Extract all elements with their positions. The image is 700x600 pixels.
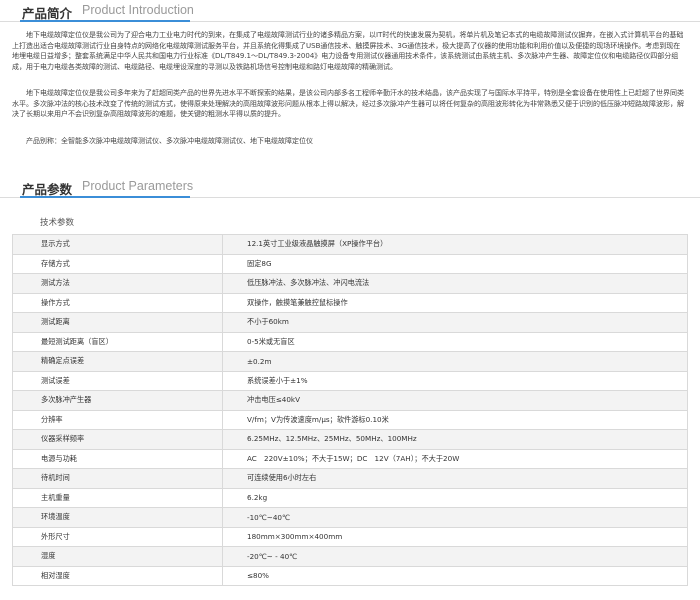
param-value: 可连续使用6小时左右 <box>222 468 688 489</box>
param-value: 6.2kg <box>222 487 688 508</box>
param-key: 多次脉冲产生器 <box>12 390 223 411</box>
param-value: 12.1英寸工业级液晶触摸屏（XP操作平台） <box>222 234 688 255</box>
param-key: 主机重量 <box>12 487 223 508</box>
param-key: 测试误差 <box>12 370 223 391</box>
param-key: 测试距离 <box>12 312 223 333</box>
table-row: 电源与功耗 AC 220V±10%；不大于15W；DC 12V（7AH）；不大于2… <box>12 448 688 469</box>
intro-paragraph-2: 地下电缆故障定位仪是我公司多年来为了赶超同类产品的世界先进水平不断探索的结果，是… <box>12 89 684 118</box>
intro-text-2: 地下电缆故障定位仪是我公司多年来为了赶超同类产品的世界先进水平不断探索的结果，是… <box>12 88 684 120</box>
product-aliases: 产品别称：全智能多次脉冲电缆故障测试仪、多次脉冲电缆故障测试仪、地下电缆故障定位… <box>26 137 313 145</box>
param-key: 分辨率 <box>12 409 223 430</box>
table-row: 测试误差 系统误差小于±1% <box>12 370 688 391</box>
param-value: 180mm×300mm×400mm <box>222 526 688 547</box>
param-key: 最短测试距离（盲区） <box>12 331 223 352</box>
param-key: 相对湿度 <box>12 565 223 586</box>
param-key: 操作方式 <box>12 292 223 313</box>
param-value: -20℃~ - 40℃ <box>222 546 688 567</box>
param-value: 固定8G <box>222 253 688 274</box>
param-value: ±0.2m <box>222 351 688 372</box>
table-row: 测试方法 低压脉冲法、多次脉冲法、冲闪电流法 <box>12 273 688 294</box>
param-value: V/fm；V为传波速度m/μs；软件游标0.10米 <box>222 409 688 430</box>
table-row: 外形尺寸 180mm×300mm×400mm <box>12 526 688 547</box>
param-key: 测试方法 <box>12 273 223 294</box>
param-key: 外形尺寸 <box>12 526 223 547</box>
params-table: 显示方式 12.1英寸工业级液晶触摸屏（XP操作平台） 存储方式 固定8G 测试方法… <box>12 234 688 586</box>
table-row: 精确定点误差 ±0.2m <box>12 351 688 372</box>
table-row: 主机重量 6.2kg <box>12 487 688 508</box>
param-key: 待机时间 <box>12 468 223 489</box>
param-key: 仪器采样频率 <box>12 429 223 450</box>
param-value: AC 220V±10%；不大于15W；DC 12V（7AH）；不大于20W <box>222 448 688 469</box>
param-value: 双操作，触摸笔兼触控鼠标操作 <box>222 292 688 313</box>
param-key: 显示方式 <box>12 234 223 255</box>
product-page: 产品简介 Product Introduction 地下电缆故障定位仪是我公司为… <box>0 0 700 600</box>
param-value: 不小于60km <box>222 312 688 333</box>
param-value: 0-5米或无盲区 <box>222 331 688 352</box>
param-value: 低压脉冲法、多次脉冲法、冲闪电流法 <box>222 273 688 294</box>
param-key: 存储方式 <box>12 253 223 274</box>
param-value: 6.25MHz、12.5MHz、25MHz、50MHz、100MHz <box>222 429 688 450</box>
params-section-header: 产品参数 Product Parameters <box>0 176 700 198</box>
param-key: 环境温度 <box>12 507 223 528</box>
params-header-accent <box>20 196 190 198</box>
params-table-title: 技术参数 <box>40 218 75 228</box>
param-value: 系统误差小于±1% <box>222 370 688 391</box>
table-row: 最短测试距离（盲区） 0-5米或无盲区 <box>12 331 688 352</box>
intro-section-header: 产品简介 Product Introduction <box>0 0 700 22</box>
table-row: 存储方式 固定8G <box>12 253 688 274</box>
param-key: 精确定点误差 <box>12 351 223 372</box>
table-row: 多次脉冲产生器 冲击电压≤40kV <box>12 390 688 411</box>
table-row: 相对湿度 ≤80% <box>12 565 688 586</box>
intro-title-en: Product Introduction <box>82 3 194 17</box>
param-key: 电源与功耗 <box>12 448 223 469</box>
param-value: 冲击电压≤40kV <box>222 390 688 411</box>
intro-text: 地下电缆故障定位仪是我公司为了迎合电力工业电力时代的到来，在集成了电缆故障测试行… <box>12 30 684 72</box>
table-row: 操作方式 双操作，触摸笔兼触控鼠标操作 <box>12 292 688 313</box>
param-value: -10℃~40℃ <box>222 507 688 528</box>
param-key: 湿度 <box>12 546 223 567</box>
intro-header-accent <box>20 20 190 22</box>
param-value: ≤80% <box>222 565 688 586</box>
table-row: 待机时间 可连续使用6小时左右 <box>12 468 688 489</box>
table-row: 环境温度 -10℃~40℃ <box>12 507 688 528</box>
intro-paragraph-1: 地下电缆故障定位仪是我公司为了迎合电力工业电力时代的到来，在集成了电缆故障测试行… <box>12 31 684 71</box>
table-row: 分辨率 V/fm；V为传波速度m/μs；软件游标0.10米 <box>12 409 688 430</box>
table-row: 湿度 -20℃~ - 40℃ <box>12 546 688 567</box>
table-row: 显示方式 12.1英寸工业级液晶触摸屏（XP操作平台） <box>12 234 688 255</box>
params-title-en: Product Parameters <box>82 179 194 193</box>
table-row: 仪器采样频率 6.25MHz、12.5MHz、25MHz、50MHz、100MHz <box>12 429 688 450</box>
table-row: 测试距离 不小于60km <box>12 312 688 333</box>
